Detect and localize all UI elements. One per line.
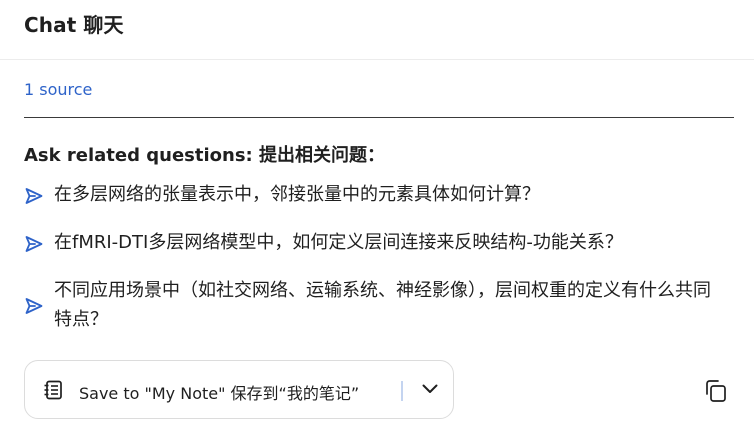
related-question-2[interactable]: 在fMRI-DTI多层网络模型中，如何定义层间连接来反映结构-功能关系？: [24, 228, 724, 258]
chat-header: Chat 聊天: [0, 0, 754, 60]
send-arrow-icon: [25, 236, 43, 252]
chat-title: Chat 聊天: [24, 13, 124, 37]
related-question-text: 不同应用场景中（如社交网络、运输系统、神经影像），层间权重的定义有什么共同特点？: [54, 280, 711, 330]
sources-link[interactable]: 1 source: [24, 80, 92, 99]
chevron-down-icon: [422, 384, 438, 393]
copy-icon[interactable]: [702, 377, 730, 405]
save-to-note-label: Save to "My Note" 保存到“我的笔记”: [79, 384, 360, 403]
send-arrow-icon: [25, 188, 43, 204]
note-icon: [44, 380, 62, 400]
save-options-dropdown[interactable]: [413, 371, 449, 409]
related-question-1[interactable]: 在多层网络的张量表示中，邻接张量中的元素具体如何计算？: [24, 180, 724, 210]
related-question-text: 在fMRI-DTI多层网络模型中，如何定义层间连接来反映结构-功能关系？: [54, 232, 623, 253]
related-question-text: 在多层网络的张量表示中，邻接张量中的元素具体如何计算？: [54, 184, 540, 205]
save-to-note-button[interactable]: Save to "My Note" 保存到“我的笔记”: [25, 361, 383, 418]
related-question-3[interactable]: 不同应用场景中（如社交网络、运输系统、神经影像），层间权重的定义有什么共同特点？: [24, 276, 724, 336]
related-questions-heading: Ask related questions: 提出相关问题：: [24, 145, 386, 166]
send-arrow-icon: [25, 298, 43, 314]
divider: [24, 117, 734, 118]
save-to-note-control: Save to "My Note" 保存到“我的笔记”: [24, 360, 454, 419]
button-separator: [401, 381, 403, 401]
chat-panel: Chat 聊天 1 source Ask related questions: …: [0, 0, 754, 448]
